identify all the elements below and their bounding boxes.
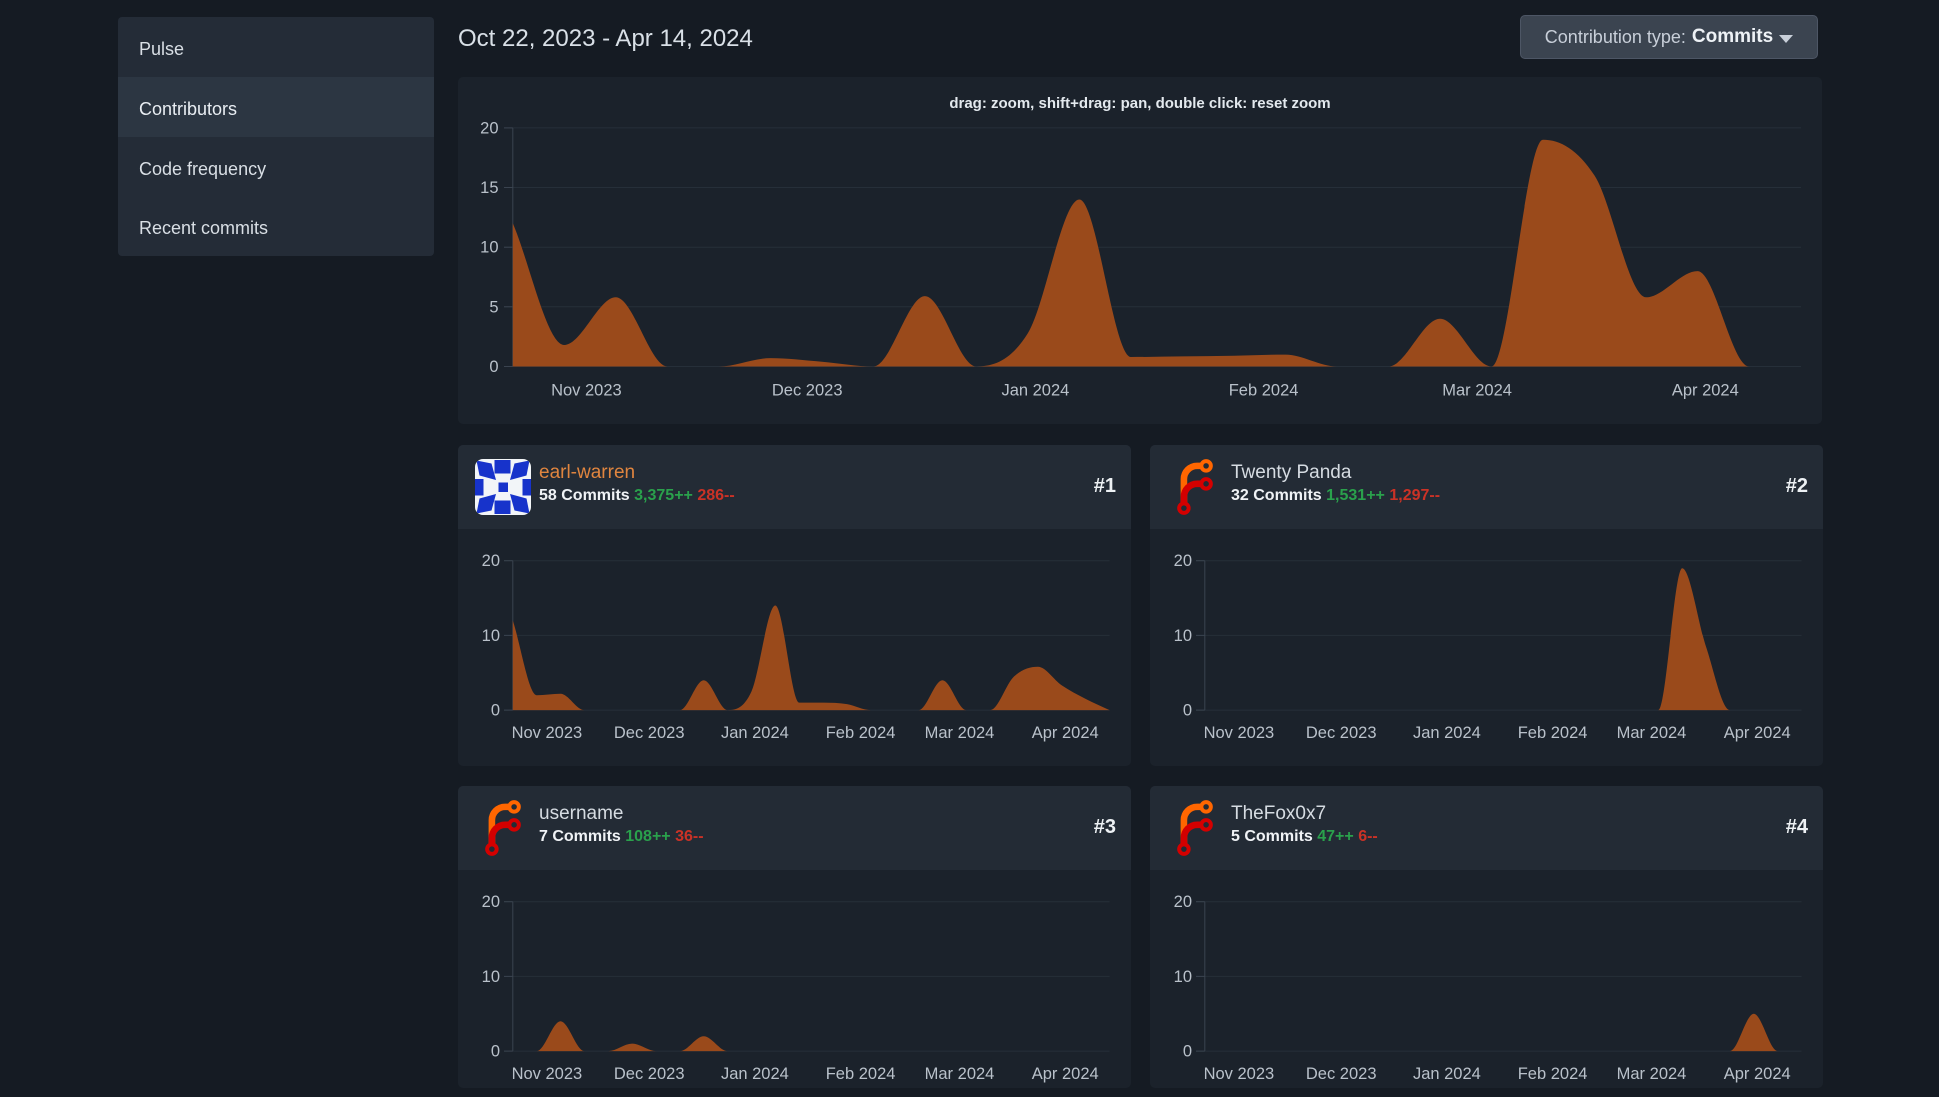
svg-text:5: 5 xyxy=(489,298,498,316)
svg-text:20: 20 xyxy=(480,119,498,137)
svg-text:Jan 2024: Jan 2024 xyxy=(1413,724,1481,742)
svg-text:Dec 2023: Dec 2023 xyxy=(614,724,685,742)
svg-text:0: 0 xyxy=(1183,1043,1192,1061)
svg-text:Apr 2024: Apr 2024 xyxy=(1032,724,1099,742)
svg-text:Nov 2023: Nov 2023 xyxy=(551,382,622,400)
svg-text:Feb 2024: Feb 2024 xyxy=(826,724,896,742)
svg-text:10: 10 xyxy=(480,239,498,257)
svg-text:Jan 2024: Jan 2024 xyxy=(721,724,789,742)
svg-text:Apr 2024: Apr 2024 xyxy=(1672,382,1739,400)
svg-text:Mar 2024: Mar 2024 xyxy=(925,724,995,742)
svg-text:drag: zoom, shift+drag: pan, d: drag: zoom, shift+drag: pan, double clic… xyxy=(949,95,1330,112)
svg-text:Jan 2024: Jan 2024 xyxy=(721,1065,789,1083)
svg-text:10: 10 xyxy=(482,627,500,645)
svg-text:20: 20 xyxy=(1174,552,1192,570)
svg-text:Feb 2024: Feb 2024 xyxy=(1229,382,1299,400)
svg-text:Jan 2024: Jan 2024 xyxy=(1413,1065,1481,1083)
svg-text:Nov 2023: Nov 2023 xyxy=(512,724,583,742)
svg-text:20: 20 xyxy=(482,552,500,570)
svg-text:0: 0 xyxy=(491,1043,500,1061)
svg-text:Feb 2024: Feb 2024 xyxy=(1518,724,1588,742)
svg-text:Feb 2024: Feb 2024 xyxy=(1518,1065,1588,1083)
svg-text:Nov 2023: Nov 2023 xyxy=(1204,724,1275,742)
svg-text:Dec 2023: Dec 2023 xyxy=(772,382,843,400)
svg-text:Mar 2024: Mar 2024 xyxy=(1617,1065,1687,1083)
svg-text:Apr 2024: Apr 2024 xyxy=(1724,724,1791,742)
svg-text:Mar 2024: Mar 2024 xyxy=(1617,724,1687,742)
svg-text:Apr 2024: Apr 2024 xyxy=(1724,1065,1791,1083)
svg-text:Nov 2023: Nov 2023 xyxy=(1204,1065,1275,1083)
svg-text:10: 10 xyxy=(1174,627,1192,645)
svg-text:20: 20 xyxy=(1174,893,1192,911)
svg-text:Feb 2024: Feb 2024 xyxy=(826,1065,896,1083)
svg-text:10: 10 xyxy=(1174,968,1192,986)
svg-text:20: 20 xyxy=(482,893,500,911)
svg-text:Dec 2023: Dec 2023 xyxy=(1306,1065,1377,1083)
svg-text:0: 0 xyxy=(489,358,498,376)
svg-text:Jan 2024: Jan 2024 xyxy=(1001,382,1069,400)
svg-text:Mar 2024: Mar 2024 xyxy=(925,1065,995,1083)
svg-text:0: 0 xyxy=(1183,702,1192,720)
svg-text:Dec 2023: Dec 2023 xyxy=(1306,724,1377,742)
svg-text:Nov 2023: Nov 2023 xyxy=(512,1065,583,1083)
svg-text:Dec 2023: Dec 2023 xyxy=(614,1065,685,1083)
svg-text:15: 15 xyxy=(480,179,498,197)
svg-text:0: 0 xyxy=(491,702,500,720)
svg-text:10: 10 xyxy=(482,968,500,986)
svg-text:Apr 2024: Apr 2024 xyxy=(1032,1065,1099,1083)
svg-text:Mar 2024: Mar 2024 xyxy=(1442,382,1512,400)
